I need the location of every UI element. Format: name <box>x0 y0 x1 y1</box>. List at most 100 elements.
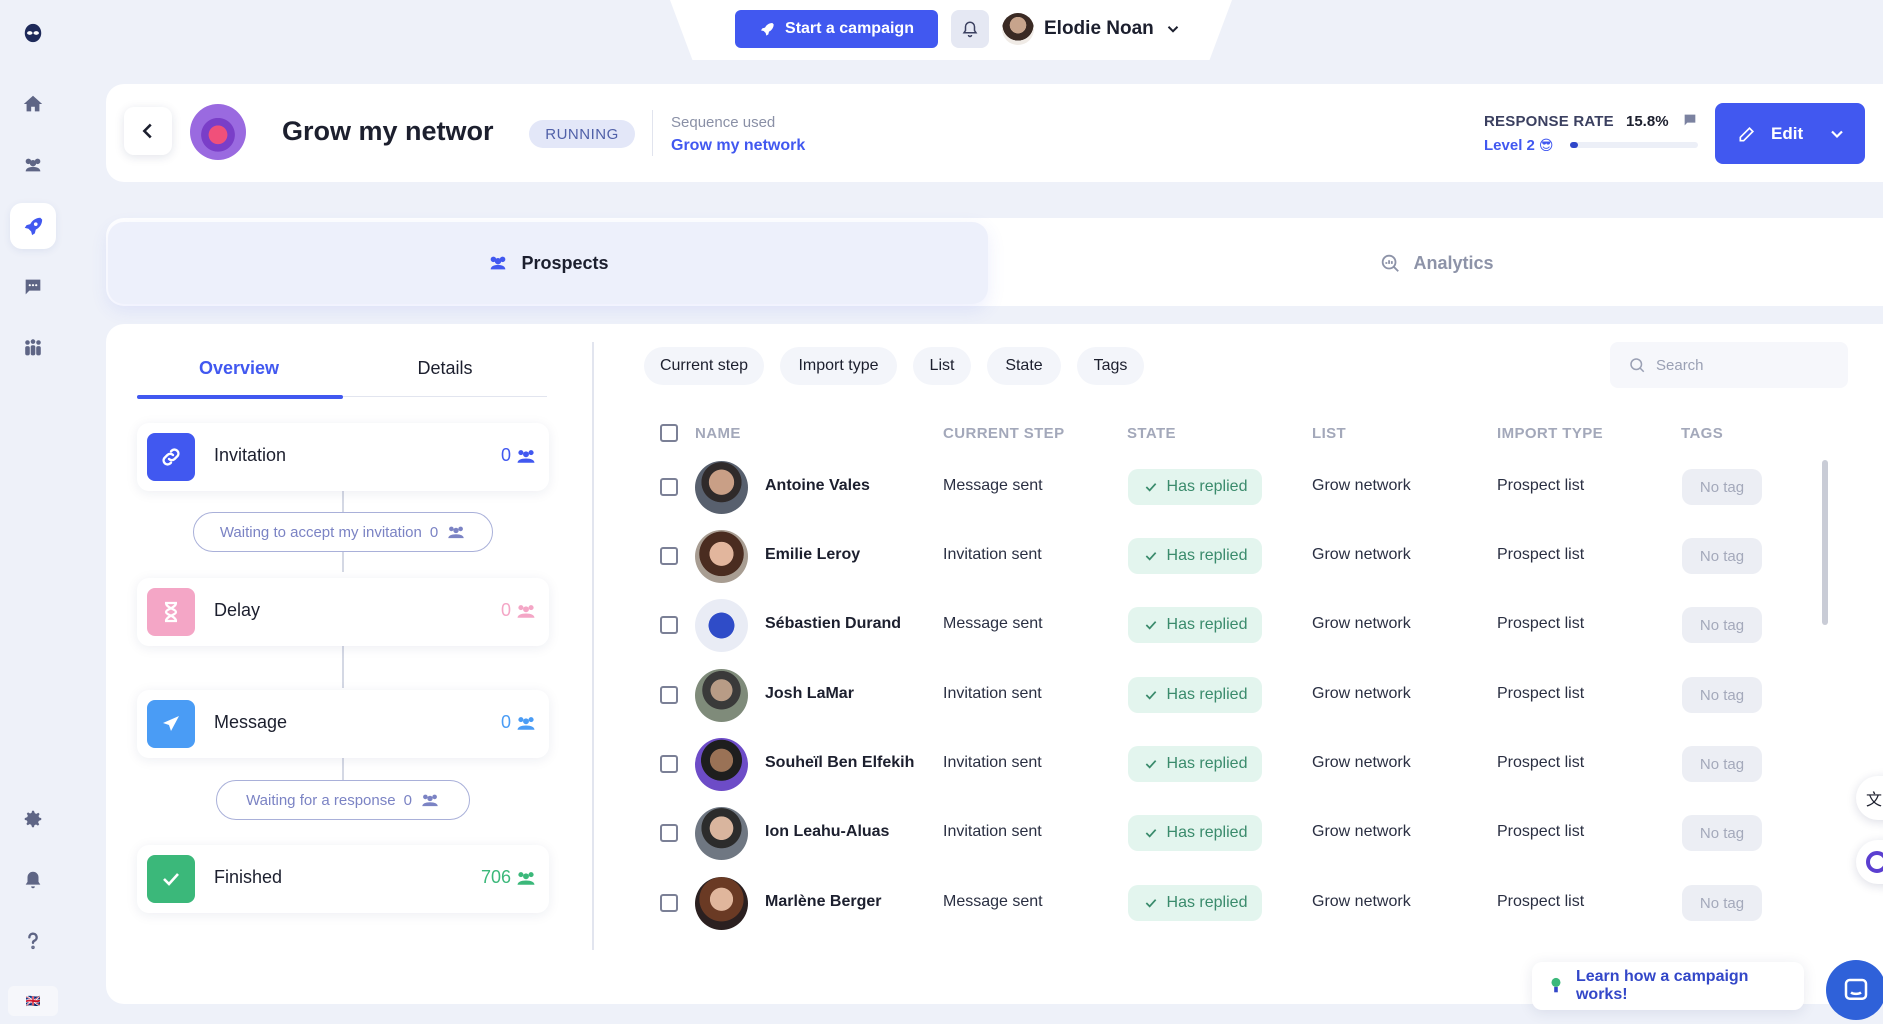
prospect-import-type: Prospect list <box>1497 546 1585 563</box>
prospect-name[interactable]: Ion Leahu-Aluas <box>765 823 889 841</box>
row-checkbox[interactable] <box>660 686 678 704</box>
tag-badge[interactable]: No tag <box>1682 538 1762 574</box>
help-question-icon[interactable] <box>10 918 56 964</box>
subtab-overview[interactable]: Overview <box>137 358 341 396</box>
step-finished[interactable]: Finished 706 <box>137 845 549 913</box>
step-label: Delay <box>214 600 261 620</box>
prospect-current-step: Invitation sent <box>943 823 1042 840</box>
table-scrollbar-thumb[interactable] <box>1822 460 1828 625</box>
column-header-state[interactable]: STATE <box>1127 425 1176 442</box>
prospect-name[interactable]: Josh LaMar <box>765 685 854 703</box>
tag-badge[interactable]: No tag <box>1682 815 1762 851</box>
start-campaign-button[interactable]: Start a campaign <box>735 10 938 48</box>
tab-analytics[interactable]: Analytics <box>990 222 1883 304</box>
prospect-name[interactable]: Sébastien Durand <box>765 615 901 633</box>
campaign-title[interactable]: Grow my networ <box>282 116 494 147</box>
row-checkbox[interactable] <box>660 755 678 773</box>
tag-badge[interactable]: No tag <box>1682 607 1762 643</box>
filter-tags[interactable]: Tags <box>1077 347 1144 385</box>
column-header-import-type[interactable]: IMPORT TYPE <box>1497 425 1603 442</box>
prospect-avatar[interactable] <box>695 669 748 722</box>
column-header-tags[interactable]: TAGS <box>1681 425 1723 442</box>
prospect-name[interactable]: Marlène Berger <box>765 893 882 911</box>
campaigns-rocket-icon[interactable] <box>10 203 56 249</box>
prospect-avatar[interactable] <box>695 461 748 514</box>
search-input[interactable]: Search <box>1610 342 1848 388</box>
prospect-avatar[interactable] <box>695 599 748 652</box>
row-checkbox[interactable] <box>660 547 678 565</box>
users-icon <box>517 871 535 885</box>
prospect-name[interactable]: Souheïl Ben Elfekih <box>765 754 914 772</box>
prospect-list: Grow network <box>1312 546 1411 563</box>
prospect-name[interactable]: Antoine Vales <box>765 477 870 495</box>
check-icon <box>1145 621 1156 630</box>
check-icon <box>1145 552 1156 561</box>
prospect-name[interactable]: Emilie Leroy <box>765 546 860 564</box>
table-row[interactable]: Sébastien Durand Message sent Has replied G… <box>640 590 1810 660</box>
row-checkbox[interactable] <box>660 824 678 842</box>
edit-button[interactable]: Edit <box>1715 103 1865 164</box>
tag-badge[interactable]: No tag <box>1682 677 1762 713</box>
filter-current-step[interactable]: Current step <box>644 347 764 385</box>
chat-bubble-icon[interactable] <box>1682 112 1698 128</box>
link-icon <box>147 433 195 481</box>
sequence-link[interactable]: Grow my network <box>671 137 805 155</box>
table-row[interactable]: Ion Leahu-Aluas Invitation sent Has replie… <box>640 798 1810 868</box>
filter-import-type[interactable]: Import type <box>780 347 897 385</box>
row-checkbox[interactable] <box>660 894 678 912</box>
alien-logo-icon[interactable] <box>10 10 56 56</box>
messages-icon[interactable] <box>10 264 56 310</box>
step-delay[interactable]: Delay 0 <box>137 578 549 646</box>
user-menu[interactable]: Elodie Noan <box>1002 11 1182 47</box>
notification-button[interactable] <box>951 10 989 48</box>
tab-prospects[interactable]: Prospects <box>108 222 988 304</box>
notifications-bell-icon[interactable] <box>10 857 56 903</box>
chevron-down-icon[interactable] <box>1827 124 1847 144</box>
prospect-import-type: Prospect list <box>1497 823 1585 840</box>
select-all-checkbox[interactable] <box>660 424 678 442</box>
check-icon <box>1145 829 1156 838</box>
language-flag[interactable]: 🇬🇧 <box>8 986 58 1016</box>
tag-badge[interactable]: No tag <box>1682 469 1762 505</box>
learn-campaign-link[interactable]: Learn how a campaign works! <box>1532 962 1804 1010</box>
row-checkbox[interactable] <box>660 616 678 634</box>
prospect-import-type: Prospect list <box>1497 615 1585 632</box>
level-label: Level 2 😎 <box>1484 137 1554 154</box>
row-checkbox[interactable] <box>660 478 678 496</box>
contacts-icon[interactable] <box>10 142 56 188</box>
level-progress-bar <box>1570 142 1698 148</box>
column-header-current-step[interactable]: CURRENT STEP <box>943 425 1064 442</box>
prospect-avatar[interactable] <box>695 877 748 930</box>
chat-support-button[interactable] <box>1826 960 1883 1020</box>
home-icon[interactable] <box>10 81 56 127</box>
table-row[interactable]: Antoine Vales Message sent Has replied Grow… <box>640 452 1810 522</box>
step-invitation[interactable]: Invitation 0 <box>137 423 549 491</box>
table-row[interactable]: Josh LaMar Invitation sent Has replied Grow… <box>640 660 1810 730</box>
prospect-avatar[interactable] <box>695 530 748 583</box>
table-row[interactable]: Marlène Berger Message sent Has replied Gro… <box>640 868 1810 938</box>
column-header-list[interactable]: LIST <box>1312 425 1346 442</box>
settings-gear-icon[interactable] <box>10 796 56 842</box>
waiting-accept-pill[interactable]: Waiting to accept my invitation 0 <box>193 512 493 552</box>
filter-state[interactable]: State <box>987 347 1061 385</box>
table-row[interactable]: Emilie Leroy Invitation sent Has replied Gr… <box>640 521 1810 591</box>
hourglass-icon <box>147 588 195 636</box>
waiting-response-pill[interactable]: Waiting for a response 0 <box>216 780 470 820</box>
tag-badge[interactable]: No tag <box>1682 746 1762 782</box>
filter-list[interactable]: List <box>913 347 971 385</box>
check-icon <box>1145 760 1156 769</box>
tag-badge[interactable]: No tag <box>1682 885 1762 921</box>
subtab-active-indicator <box>137 395 343 399</box>
subtab-details[interactable]: Details <box>343 358 547 396</box>
user-name: Elodie Noan <box>1044 18 1154 39</box>
table-row[interactable]: Souheïl Ben Elfekih Invitation sent Has re… <box>640 729 1810 799</box>
state-badge: Has replied <box>1128 677 1262 713</box>
team-icon[interactable] <box>10 325 56 371</box>
prospect-list: Grow network <box>1312 893 1411 910</box>
prospect-import-type: Prospect list <box>1497 477 1585 494</box>
column-header-name[interactable]: NAME <box>695 425 741 442</box>
prospect-avatar[interactable] <box>695 807 748 860</box>
step-message[interactable]: Message 0 <box>137 690 549 758</box>
back-button[interactable] <box>124 107 172 155</box>
prospect-avatar[interactable] <box>695 738 748 791</box>
